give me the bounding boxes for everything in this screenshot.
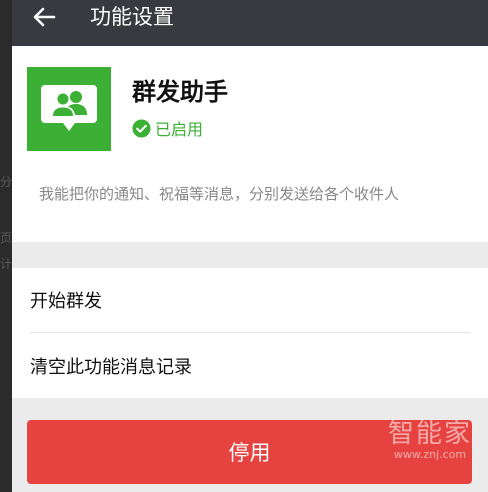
- feature-name: 群发助手: [132, 78, 228, 106]
- check-circle-icon: [132, 118, 151, 138]
- feature-description: 我能把你的通知、祝福等消息，分别发送给各个收件人: [39, 185, 400, 203]
- clear-records-item[interactable]: 清空此功能消息记录: [12, 334, 488, 398]
- action-list: 开始群发 清空此功能消息记录: [12, 268, 488, 398]
- background-text-fragment: 计: [0, 257, 13, 271]
- start-group-send-label: 开始群发: [30, 291, 102, 312]
- start-group-send-item[interactable]: 开始群发: [12, 268, 488, 332]
- status-label: 已启用: [155, 120, 204, 139]
- background-text-fragment: 页: [0, 231, 13, 245]
- status-badge: 已启用: [132, 116, 203, 140]
- page-title: 功能设置: [90, 5, 174, 29]
- clear-records-label: 清空此功能消息记录: [30, 357, 192, 378]
- list-divider: [30, 332, 470, 333]
- back-arrow-icon: [33, 7, 56, 27]
- background-text-fragment: 分: [0, 175, 13, 189]
- top-bar: 功能设置: [12, 0, 488, 46]
- feature-info-card: 群发助手 已启用 我能把你的通知、祝福等消息，分别发送给各个收件人: [12, 46, 488, 242]
- back-button[interactable]: [26, 0, 62, 34]
- group-people-chat-icon: [41, 85, 97, 131]
- stop-button-label: 停用: [228, 441, 271, 465]
- group-assistant-icon: [27, 67, 111, 151]
- feature-settings-screen: 群发助手 已启用 我能把你的通知、祝福等消息，分别发送给各个收件人 开始群发 清…: [12, 46, 488, 492]
- stop-feature-button[interactable]: 停用: [27, 420, 472, 484]
